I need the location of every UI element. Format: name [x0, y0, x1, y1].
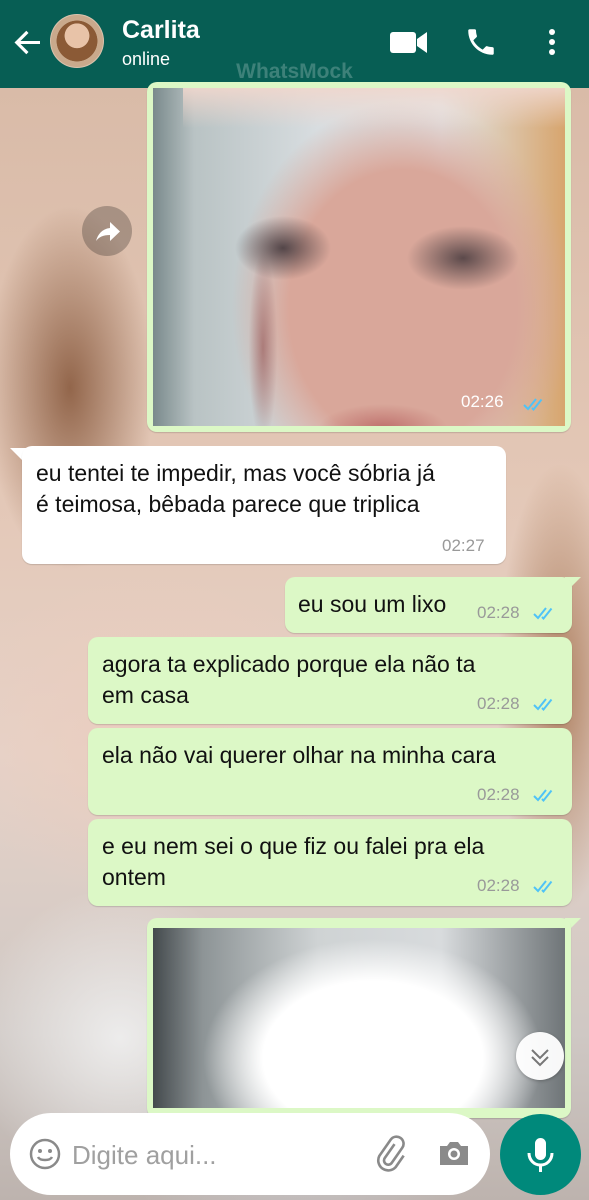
message-composer [10, 1113, 490, 1195]
read-ticks-icon [533, 698, 553, 711]
read-ticks-icon [533, 789, 553, 802]
outgoing-message[interactable]: ela não vai querer olhar na minha cara 0… [88, 728, 572, 815]
message-time: 02:26 [461, 392, 504, 411]
message-photo[interactable] [153, 928, 565, 1108]
voice-record-button[interactable] [500, 1114, 581, 1195]
camera-icon [440, 1142, 468, 1165]
back-button[interactable] [10, 24, 46, 60]
forward-icon [96, 222, 120, 241]
message-text: e eu nem sei o que fiz ou falei pra ela [102, 833, 485, 859]
outgoing-message[interactable]: agora ta explicado porque ela não ta em … [88, 637, 572, 724]
message-text: eu sou um lixo [298, 591, 447, 617]
read-ticks-icon [533, 607, 553, 620]
message-text: eu tentei te impedir, mas você sóbria já [36, 460, 435, 486]
read-ticks-icon [523, 398, 543, 411]
camera-button[interactable] [436, 1135, 472, 1176]
message-time: 02:28 [477, 876, 520, 895]
video-call-icon [390, 32, 427, 53]
message-text: ontem [102, 864, 166, 890]
video-call-button[interactable] [388, 24, 430, 65]
message-input[interactable] [72, 1135, 352, 1175]
phone-call-button[interactable] [464, 24, 498, 65]
attach-button[interactable] [370, 1133, 410, 1178]
message-time: 02:28 [477, 694, 520, 713]
emoji-icon [29, 1138, 61, 1170]
message-text: ela não vai querer olhar na minha cara [102, 742, 496, 768]
chevron-double-down-icon [531, 1049, 549, 1067]
outgoing-message[interactable]: e eu nem sei o que fiz ou falei pra ela … [88, 819, 572, 906]
scroll-to-bottom-button[interactable] [516, 1032, 564, 1080]
contact-name[interactable]: Carlita [122, 16, 200, 45]
message-photo[interactable] [153, 88, 565, 426]
incoming-message[interactable]: eu tentei te impedir, mas você sóbria já… [22, 446, 506, 564]
message-time: 02:28 [477, 603, 520, 622]
phone-call-icon [468, 29, 494, 55]
more-vert-icon [549, 29, 555, 55]
read-ticks-icon [533, 880, 553, 893]
outgoing-message[interactable]: eu sou um lixo 02:28 [285, 577, 572, 633]
message-time: 02:27 [442, 536, 485, 555]
watermark: WhatsMock [236, 60, 353, 83]
message-text: em casa [102, 682, 189, 708]
emoji-button[interactable] [28, 1137, 62, 1176]
more-options-button[interactable] [540, 24, 564, 65]
chat-header: Carlita online WhatsMock [0, 0, 589, 88]
forward-button[interactable] [82, 206, 132, 256]
message-text: é teimosa, bêbada parece que triplica [36, 491, 420, 517]
attach-icon [376, 1135, 405, 1172]
back-arrow-icon [14, 30, 40, 55]
message-time: 02:28 [477, 785, 520, 804]
mic-icon [527, 1138, 554, 1172]
message-text: agora ta explicado porque ela não ta [102, 651, 476, 677]
